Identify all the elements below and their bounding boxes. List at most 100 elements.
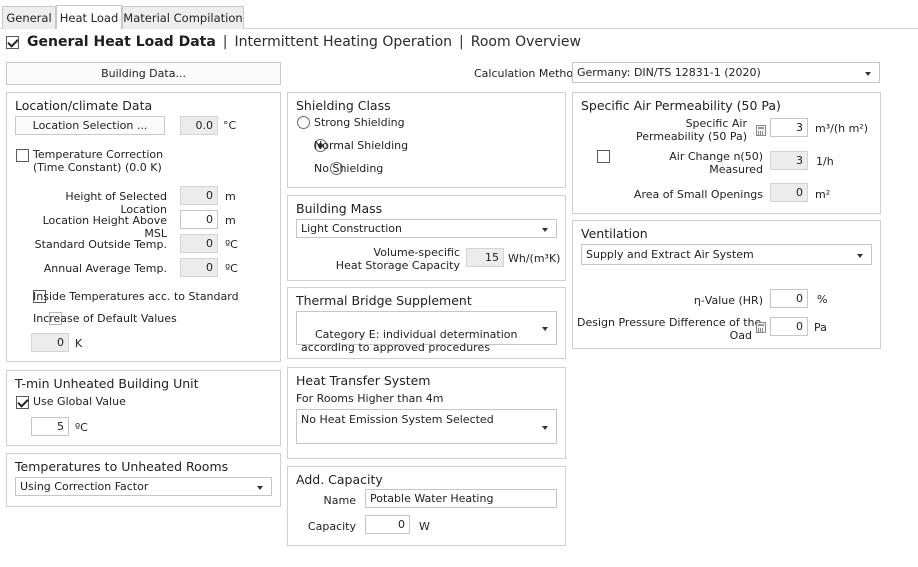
field-value: 15: [485, 251, 499, 264]
unit-label: K: [75, 337, 83, 350]
select-value: Category E: individual determination acc…: [301, 328, 518, 354]
panel-title: Thermal Bridge Supplement: [296, 293, 472, 308]
specific-air-permeability-field[interactable]: 3: [770, 118, 808, 137]
name-label: Name: [323, 494, 356, 507]
air-change-measured-checkbox[interactable]: [596, 150, 610, 163]
select-value: Light Construction: [301, 222, 402, 235]
button-label: Location Selection ...: [32, 119, 148, 132]
calculation-method-label: Calculation Method: [474, 67, 581, 80]
strong-shielding-label: Strong Shielding: [314, 116, 405, 129]
intermittent-heating-link[interactable]: Intermittent Heating Operation: [235, 34, 453, 50]
unit-label: m³/(h m²): [815, 122, 869, 135]
no-shielding-label: No Shielding: [314, 162, 384, 175]
ventilation-select[interactable]: Supply and Extract Air System: [581, 244, 872, 265]
capacity-value-field[interactable]: 0: [365, 515, 410, 534]
unit-label: ºC: [75, 421, 88, 434]
panel-title: Temperatures to Unheated Rooms: [15, 459, 229, 474]
field-value: 0: [796, 186, 803, 199]
unit-label: m²: [815, 188, 831, 201]
annual-average-temp-label: Annual Average Temp.: [43, 262, 167, 275]
use-global-value-label: Use Global Value: [33, 395, 126, 408]
building-mass-panel: Building Mass Light Construction Volume-…: [287, 195, 566, 281]
heat-transfer-panel: Heat Transfer System For Rooms Higher th…: [287, 367, 566, 459]
calculator-icon[interactable]: [756, 322, 766, 333]
small-openings-field: 0: [770, 183, 808, 202]
room-overview-link[interactable]: Room Overview: [471, 34, 581, 50]
field-value: 0.0: [195, 119, 214, 132]
heat-storage-capacity-label: Volume-specific Heat Storage Capacity: [335, 246, 460, 272]
add-capacity-panel: Add. Capacity Name Potable Water Heating…: [287, 466, 566, 546]
calculation-method-select[interactable]: Germany: DIN/TS 12831-1 (2020): [572, 62, 880, 83]
tab-heat-load[interactable]: Heat Load: [56, 5, 122, 29]
tab-label: Heat Load: [59, 10, 119, 25]
heat-storage-capacity-field: 15: [466, 248, 504, 267]
use-global-value-checkbox[interactable]: [16, 396, 29, 409]
height-selected-location-field: 0: [180, 186, 218, 205]
section-header: General Heat Load Data | Intermittent He…: [6, 32, 581, 52]
building-data-button[interactable]: Building Data...: [6, 62, 281, 85]
panel-title: Building Mass: [296, 201, 383, 216]
inside-temperatures-label: Inside Temperatures acc. to Standard: [33, 290, 239, 303]
chevron-down-icon: [857, 253, 863, 258]
thermal-bridge-select[interactable]: Category E: individual determination acc…: [296, 311, 557, 354]
air-permeability-panel: Specific Air Permeability (50 Pa) Specif…: [572, 92, 881, 214]
design-pressure-label: Design Pressure Difference of the Oad: [577, 316, 762, 342]
field-value: 5: [57, 420, 64, 433]
unheated-rooms-select[interactable]: Using Correction Factor: [15, 477, 272, 496]
temperature-correction-label: Temperature Correction (Time Constant) (…: [33, 148, 164, 174]
panel-title: Location/climate Data: [15, 98, 153, 113]
select-value: Using Correction Factor: [20, 480, 149, 493]
location-height-msl-field[interactable]: 0: [180, 210, 218, 229]
tmin-value-field[interactable]: 5: [31, 417, 69, 436]
tab-label: General: [6, 11, 52, 25]
tab-material-compilation[interactable]: Material Compilation: [122, 6, 244, 29]
design-pressure-field[interactable]: 0: [770, 317, 808, 336]
standard-outside-temp-label: Standard Outside Temp.: [34, 238, 167, 251]
select-value: Supply and Extract Air System: [586, 248, 754, 261]
small-openings-label: Area of Small Openings: [633, 188, 763, 201]
tab-bar: General Heat Load Material Compilation: [0, 0, 918, 29]
height-selected-location-label: Height of Selected Location: [65, 190, 167, 216]
building-mass-select[interactable]: Light Construction: [296, 219, 557, 238]
location-height-msl-label: Location Height Above MSL: [42, 214, 167, 240]
capacity-name-field[interactable]: Potable Water Heating: [365, 489, 557, 508]
unit-label: 1/h: [816, 155, 834, 168]
standard-outside-temp-field: 0: [180, 234, 218, 253]
air-change-measured-label: Air Change n(50) Measured: [669, 150, 763, 176]
panel-title: Add. Capacity: [296, 472, 383, 487]
field-value: 0: [796, 320, 803, 333]
annual-average-temp-field: 0: [180, 258, 218, 277]
button-label: Building Data...: [101, 67, 186, 80]
chevron-down-icon: [542, 425, 548, 430]
specific-air-permeability-label: Specific Air Permeability (50 Pa): [636, 117, 747, 143]
unit-label: %: [817, 293, 828, 306]
normal-shielding-label: Normal Shielding: [314, 139, 409, 152]
unheated-rooms-panel: Temperatures to Unheated Rooms Using Cor…: [6, 453, 281, 507]
calculator-icon[interactable]: [756, 125, 766, 136]
ventilation-panel: Ventilation Supply and Extract Air Syste…: [572, 220, 881, 349]
unit-label: °C: [223, 119, 237, 132]
unit-label: m: [225, 190, 236, 203]
unit-label: Wh/(m³K): [508, 252, 561, 265]
field-value: 0: [206, 237, 213, 250]
panel-title: Shielding Class: [296, 98, 391, 113]
heat-transfer-select[interactable]: No Heat Emission System Selected: [296, 409, 557, 444]
general-heat-load-checkbox[interactable]: [6, 35, 19, 49]
tab-label: Material Compilation: [123, 11, 243, 25]
temperature-correction-checkbox[interactable]: [16, 149, 29, 162]
thermal-bridge-panel: Thermal Bridge Supplement Category E: in…: [287, 287, 566, 359]
eta-value-label: η-Value (HR): [693, 294, 763, 307]
chevron-down-icon: [865, 71, 871, 76]
eta-value-field[interactable]: 0: [770, 289, 808, 308]
strong-shielding-radio[interactable]: [297, 116, 310, 129]
field-value: 3: [796, 154, 803, 167]
panel-title: Specific Air Permeability (50 Pa): [581, 98, 781, 113]
tab-general[interactable]: General: [2, 6, 56, 29]
panel-title: Ventilation: [581, 226, 648, 241]
field-value: 3: [796, 121, 803, 134]
field-value: 0: [206, 213, 213, 226]
unit-label: m: [225, 214, 236, 227]
capacity-label: Capacity: [307, 520, 356, 533]
unit-label: ºC: [225, 238, 238, 251]
location-selection-button[interactable]: Location Selection ...: [15, 116, 165, 135]
